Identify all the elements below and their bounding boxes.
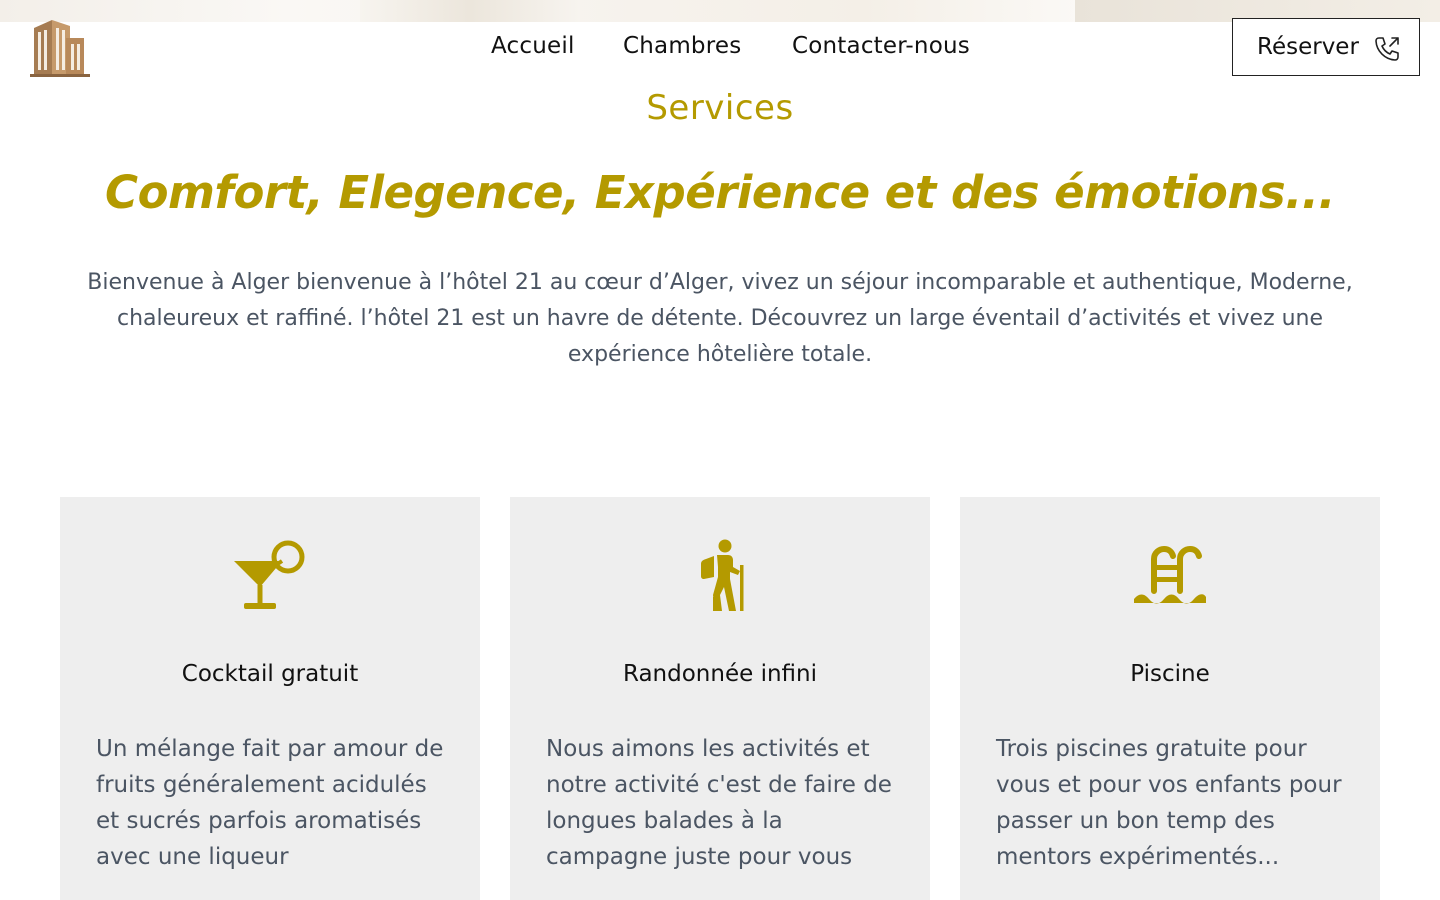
service-card-pool: Piscine Trois piscines gratuite pour vou…	[960, 497, 1380, 900]
service-title: Cocktail gratuit	[181, 661, 359, 687]
service-card-hiking: Randonnée infini Nous aimons les activit…	[510, 497, 930, 900]
nav-link-accueil[interactable]: Accueil	[491, 33, 575, 59]
section-headline: Comfort, Elegence, Expérience et des émo…	[105, 166, 1335, 219]
swimming-pool-icon	[1134, 545, 1206, 604]
main-nav: Accueil Chambres Contacter-nous	[0, 33, 1440, 65]
intro-paragraph: Bienvenue à Alger bienvenue à l’hôtel 21…	[87, 270, 1353, 367]
nav-link-contact[interactable]: Contacter-nous	[792, 33, 970, 59]
service-description: Trois piscines gratuite pour vous et pou…	[996, 736, 1342, 870]
hero-image-strip	[0, 0, 1440, 22]
service-title: Piscine	[1130, 661, 1210, 687]
service-card-cocktail: Cocktail gratuit Un mélange fait par amo…	[60, 497, 480, 900]
service-description: Nous aimons les activités et notre activ…	[546, 736, 892, 870]
hero-image-blur	[360, 0, 580, 22]
reserve-button-label: Réserver	[1257, 34, 1359, 60]
nav-link-chambres[interactable]: Chambres	[623, 33, 741, 59]
cocktail-icon	[234, 540, 305, 609]
section-label: Services	[646, 88, 794, 128]
service-description: Un mélange fait par amour de fruits géné…	[96, 736, 444, 870]
phone-outgoing-icon	[1375, 37, 1399, 61]
reserve-button[interactable]: Réserver	[1232, 18, 1420, 76]
service-title: Randonnée infini	[622, 661, 817, 687]
hiking-icon	[701, 539, 744, 611]
